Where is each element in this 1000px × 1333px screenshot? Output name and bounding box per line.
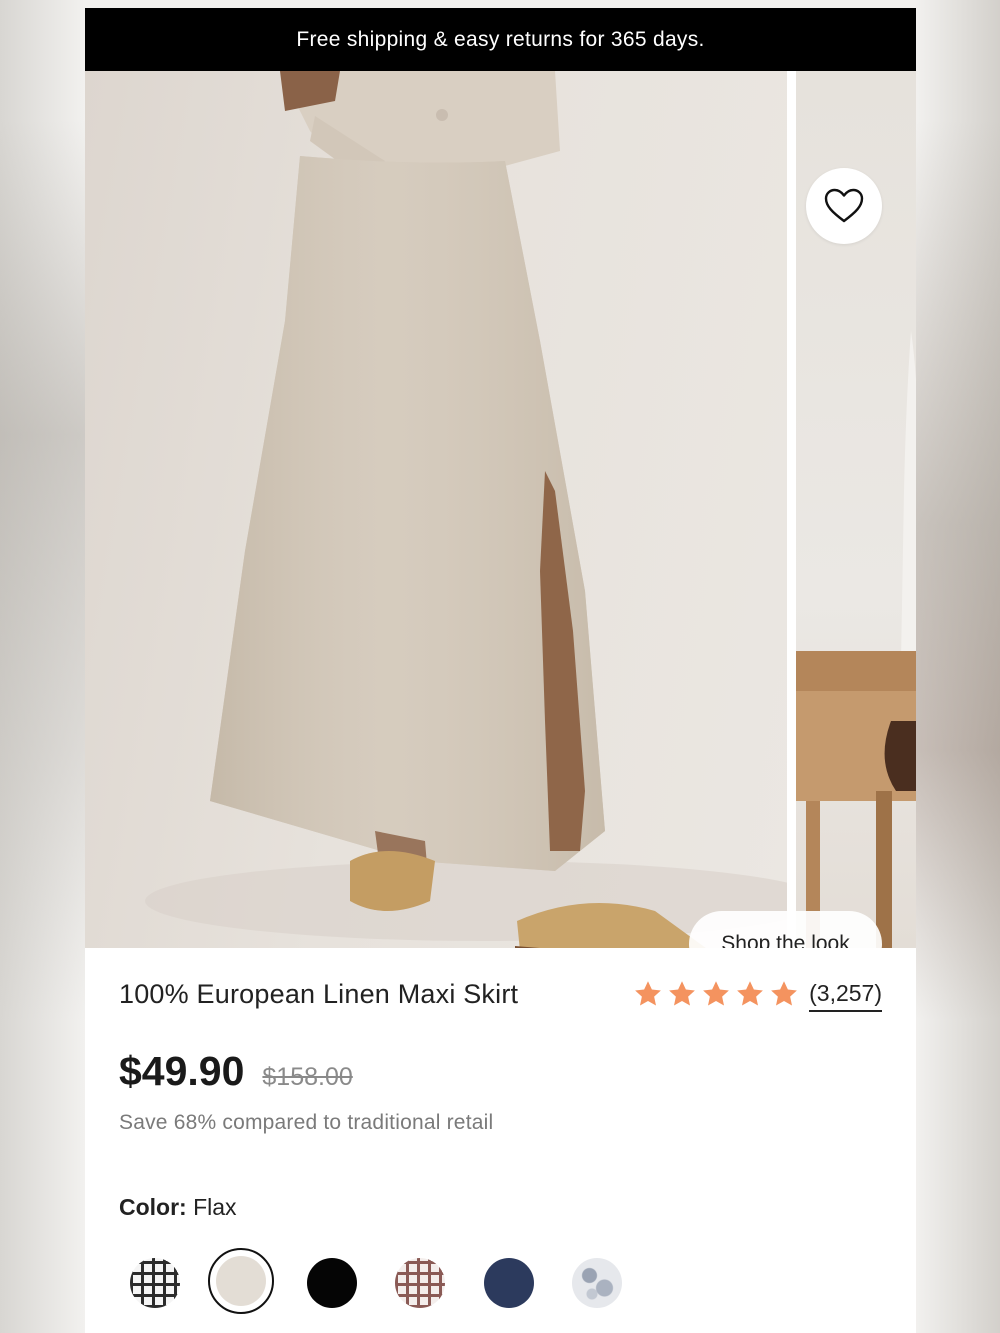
promo-banner: Free shipping & easy returns for 365 day… xyxy=(85,8,916,71)
product-image-gallery[interactable]: Shop the look xyxy=(85,71,916,948)
price-row: $49.90 $158.00 xyxy=(119,1048,353,1095)
star-icon xyxy=(669,981,695,1006)
skirt-photo-illustration xyxy=(145,71,787,948)
color-swatch-list xyxy=(85,1248,916,1318)
shop-the-look-label: Shop the look xyxy=(721,932,850,948)
swatch-flax[interactable] xyxy=(216,1256,266,1306)
rating-summary[interactable]: (3,257) xyxy=(633,978,882,1012)
color-label: Color: xyxy=(119,1194,187,1220)
selected-color-name: Flax xyxy=(193,1194,237,1220)
product-photo-main[interactable] xyxy=(85,71,787,948)
swatch-floral[interactable] xyxy=(572,1258,622,1308)
current-price: $49.90 xyxy=(119,1048,245,1094)
product-page: Free shipping & easy returns for 365 day… xyxy=(85,8,916,1333)
wishlist-button[interactable] xyxy=(806,168,882,244)
star-icon xyxy=(635,981,661,1006)
swatch-brown-check[interactable] xyxy=(395,1258,445,1308)
promo-banner-text: Free shipping & easy returns for 365 day… xyxy=(296,27,705,51)
shop-the-look-button[interactable]: Shop the look xyxy=(689,911,882,948)
star-icon xyxy=(737,981,763,1006)
color-selector-label: Color: Flax xyxy=(119,1194,237,1221)
product-title-row: 100% European Linen Maxi Skirt (3,257) xyxy=(119,978,882,1012)
original-price: $158.00 xyxy=(262,1063,353,1091)
star-icon xyxy=(703,981,729,1006)
savings-text: Save 68% compared to traditional retail xyxy=(119,1111,494,1134)
review-count-link[interactable]: (3,257) xyxy=(809,980,882,1012)
product-title: 100% European Linen Maxi Skirt xyxy=(119,978,519,1009)
swatch-navy[interactable] xyxy=(484,1258,534,1308)
swatch-black-white-check[interactable] xyxy=(130,1258,180,1308)
star-icon xyxy=(771,981,797,1006)
swatch-black[interactable] xyxy=(307,1258,357,1308)
heart-icon xyxy=(824,188,864,223)
